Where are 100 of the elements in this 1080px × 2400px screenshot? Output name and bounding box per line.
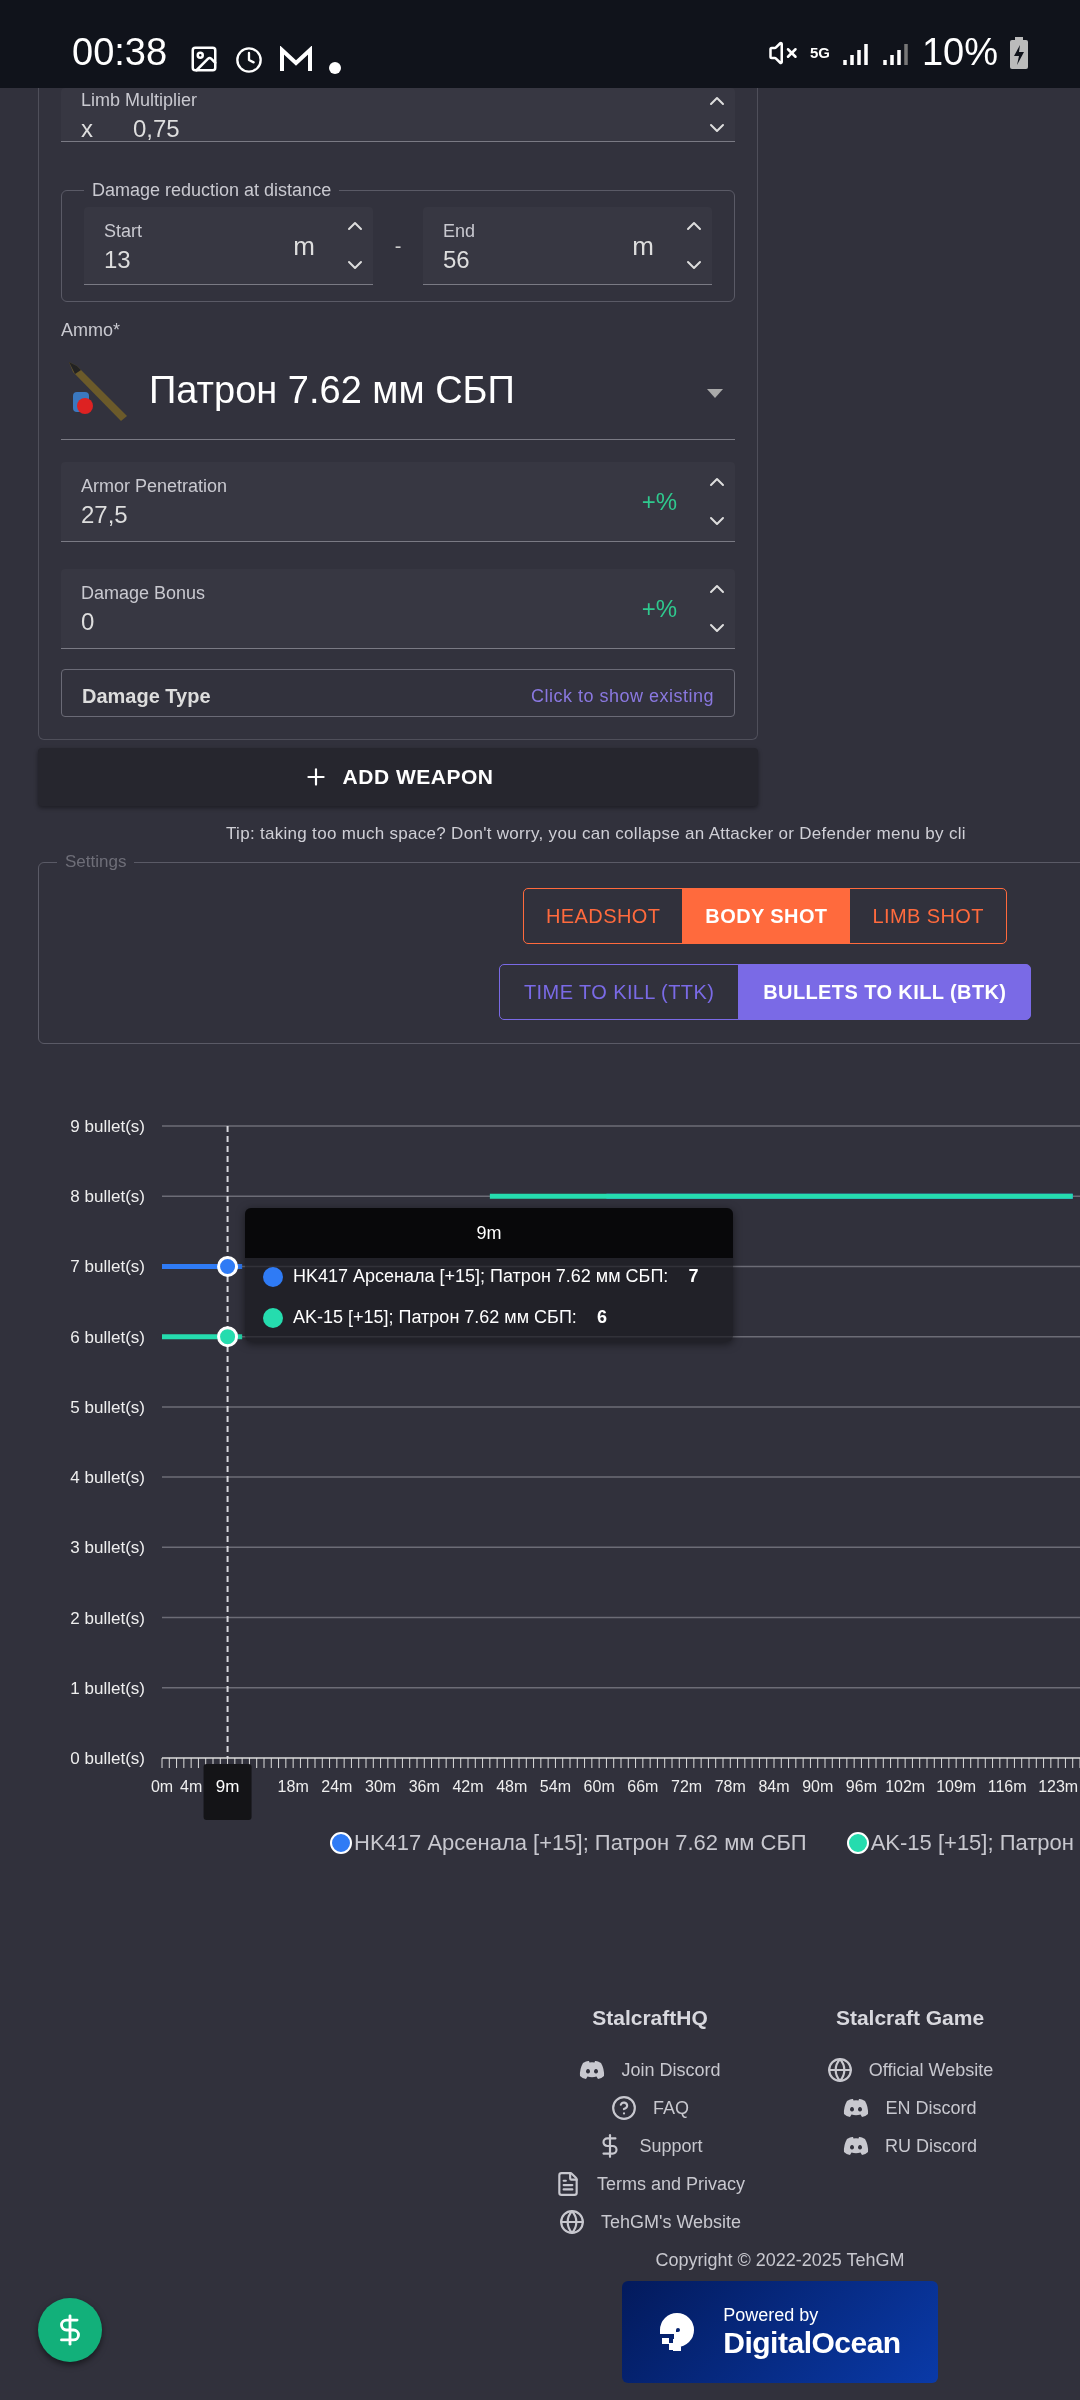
donate-button[interactable] (38, 2298, 102, 2362)
x-axis-label: 102m (885, 1778, 926, 1795)
percent-suffix: +% (641, 487, 677, 516)
x-axis-label: 0m (150, 1778, 174, 1795)
footer-link[interactable]: Join Discord (579, 2058, 721, 2082)
field-value: 0 (81, 608, 95, 636)
mode-toggle[interactable]: BULLETS TO KILL (BTK) (738, 964, 1032, 1020)
discord-icon (843, 2136, 869, 2156)
tip-text: Tip: taking too much space? Don't worry, you can collapse an Attacker or Defender menu by cli (226, 824, 967, 844)
y-axis-label: 7 bullet(s) (70, 1257, 145, 1277)
field-value: 56 (443, 246, 470, 274)
ammo-label: Ammo* (61, 320, 121, 341)
dropdown-caret-icon[interactable] (707, 389, 723, 398)
x-axis-label: 123m (1038, 1778, 1079, 1795)
field-value: 27,5 (81, 501, 128, 529)
number-field[interactable]: Armor Penetration 27,5 +% (61, 462, 735, 542)
y-axis-label: 6 bullet(s) (70, 1327, 145, 1347)
field-label: Damage Bonus (81, 583, 207, 604)
y-axis-label: 8 bullet(s) (70, 1187, 145, 1207)
globe-icon (826, 2057, 853, 2083)
globe-icon (558, 2209, 585, 2235)
legend-label[interactable]: HK417 Арсенала [+15]; Патрон 7.62 мм СБП (354, 1830, 807, 1856)
number-field[interactable]: Start 13 m (84, 207, 373, 285)
discord-icon (843, 2098, 870, 2118)
x-axis-label: 60m (583, 1778, 615, 1795)
network-type: 5G (809, 45, 830, 60)
tooltip-value: 7 (688, 1266, 699, 1287)
prefix-text: x (81, 115, 93, 143)
field-label: Start (104, 221, 143, 242)
shot-type-toggle[interactable]: LIMB SHOT (849, 888, 1007, 944)
help-icon (611, 2095, 637, 2121)
footer-link[interactable]: EN Discord (843, 2096, 977, 2120)
x-axis-label: 96m (845, 1778, 877, 1795)
ammo-select[interactable]: Патрон 7.62 мм СБП (61, 341, 735, 440)
image-icon (189, 44, 220, 74)
x-axis-label: 36m (408, 1778, 440, 1795)
badge-caption: Powered by (723, 2304, 820, 2326)
fieldset-legend: Damage reduction at distance (84, 180, 340, 201)
show-existing-link[interactable]: Click to show existing (530, 685, 714, 707)
clock-icon (235, 46, 264, 74)
data-point (217, 1255, 239, 1277)
ammo-value: Патрон 7.62 мм СБП (149, 368, 515, 412)
copyright-text: Copyright © 2022-2025 TehGM (655, 2250, 905, 2271)
x-axis-label: 72m (671, 1778, 703, 1795)
field-value: 13 (104, 246, 131, 274)
battery-charging-icon (1010, 36, 1028, 69)
damage-type-label: Damage Type (82, 684, 211, 708)
footer-link[interactable]: RU Discord (843, 2134, 977, 2158)
number-field[interactable]: End 56 m (423, 207, 712, 285)
tooltip-series-name: HK417 Арсенала [+15]; Патрон 7.62 мм СБП: (293, 1266, 669, 1287)
y-axis-label: 4 bullet(s) (70, 1468, 145, 1488)
x-axis-label: 4m (180, 1778, 203, 1795)
legend-dot[interactable] (846, 1832, 869, 1854)
number-field[interactable]: Limb Multiplier x 0,75 (61, 88, 735, 142)
legend-dot[interactable] (330, 1832, 352, 1854)
field-label: Limb Multiplier (81, 90, 199, 111)
field-label: End (443, 221, 477, 242)
battery-percent: 10% (921, 31, 998, 74)
footer-link[interactable]: Support (597, 2134, 703, 2158)
x-axis-label: 84m (758, 1778, 790, 1795)
footer-link[interactable]: Official Website (826, 2058, 994, 2082)
unit-text: m (293, 230, 315, 261)
y-axis-label: 2 bullet(s) (70, 1608, 145, 1628)
data-point (217, 1326, 239, 1348)
tooltip-title: 9m (476, 1222, 502, 1244)
y-axis-label: 1 bullet(s) (70, 1678, 145, 1698)
hover-x-label: 9m (203, 1764, 252, 1820)
field-label: Armor Penetration (81, 476, 229, 497)
dot-icon (329, 62, 342, 74)
x-axis-label: 42m (452, 1778, 484, 1795)
y-axis-label: 3 bullet(s) (70, 1538, 145, 1558)
discord-icon (579, 2060, 606, 2080)
y-axis-label: 9 bullet(s) (70, 1117, 145, 1136)
footer-link[interactable]: TehGM's Website (558, 2210, 742, 2234)
x-axis-label: 90m (802, 1778, 834, 1795)
range-dash: - (393, 234, 403, 258)
add-weapon-button[interactable]: ADD WEAPON (38, 748, 758, 806)
badge-brand: DigitalOcean (723, 2325, 901, 2360)
footer-link[interactable]: FAQ (611, 2096, 689, 2120)
footer-heading: Stalcraft Game (835, 2006, 985, 2030)
x-axis-label: 54m (539, 1778, 571, 1795)
x-axis-label: 109m (936, 1778, 977, 1795)
number-field[interactable]: Damage Bonus 0 +% (61, 569, 735, 649)
footer-heading: StalcraftHQ (592, 2006, 708, 2030)
x-axis-label: 78m (714, 1778, 746, 1795)
y-axis-label: 0 bullet(s) (70, 1749, 145, 1768)
x-axis-label: 66m (627, 1778, 659, 1795)
clock-time: 00:38 (72, 31, 168, 74)
y-axis-label: 5 bullet(s) (70, 1397, 145, 1417)
settings-legend: Settings (57, 852, 135, 872)
footer-link[interactable]: Terms and Privacy (554, 2172, 745, 2196)
sponsor-badge[interactable]: Powered by DigitalOcean (622, 2281, 938, 2383)
unit-text: m (632, 230, 654, 261)
x-axis-label: 30m (365, 1778, 397, 1795)
field-value: 0,75 (133, 115, 180, 143)
legend-label[interactable]: AK-15 [+15]; Патрон (870, 1830, 1074, 1856)
mail-icon (279, 46, 314, 74)
x-axis-label: 24m (321, 1778, 353, 1795)
x-axis-label: 116m (987, 1778, 1027, 1795)
tooltip-series-name: AK-15 [+15]; Патрон 7.62 мм СБП: (293, 1307, 577, 1328)
